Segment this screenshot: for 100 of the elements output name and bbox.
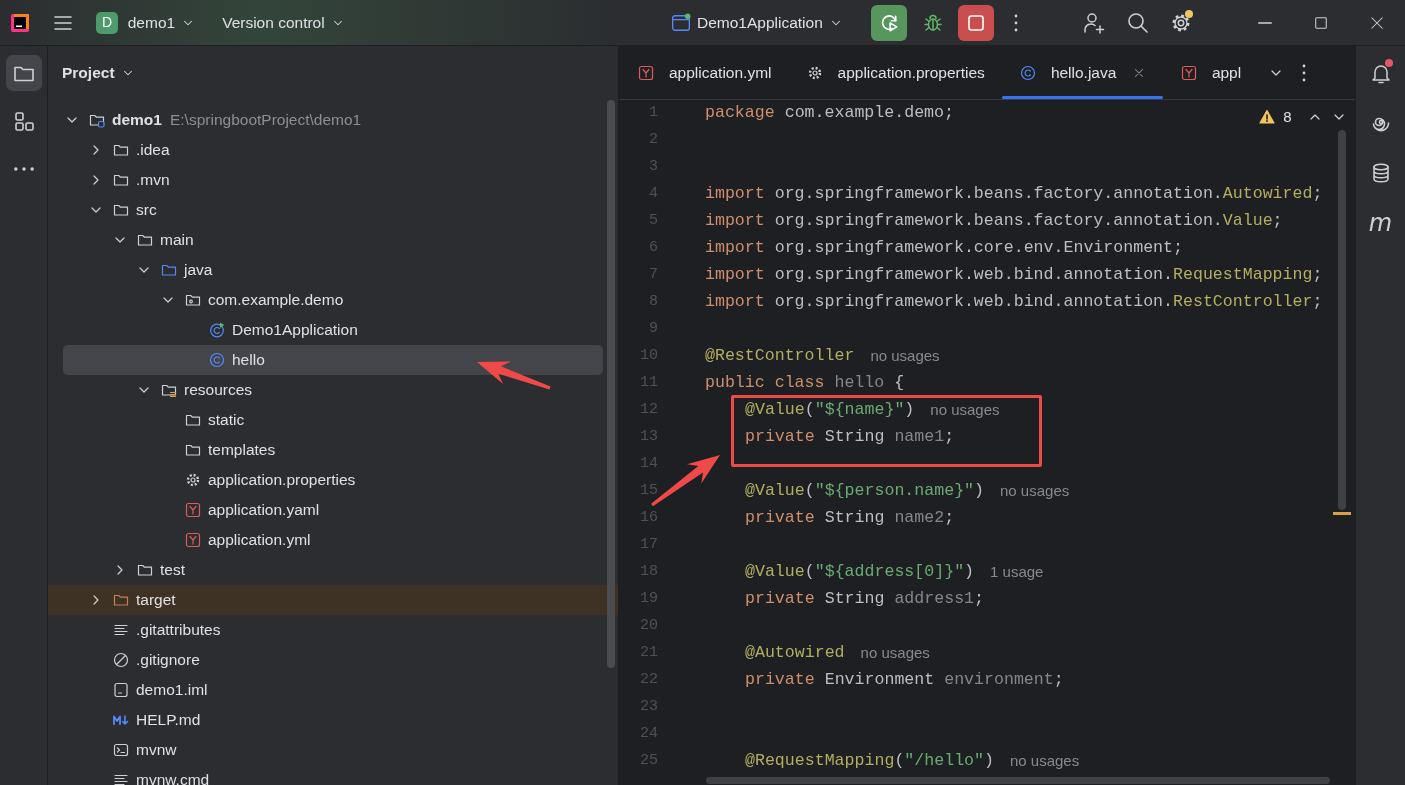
project-badge: D — [96, 11, 118, 34]
scrollbar-thumb[interactable] — [1338, 130, 1346, 510]
run-config-dropdown[interactable]: Demo1Application — [664, 6, 849, 39]
tree-item[interactable]: templates — [48, 435, 618, 465]
structure-icon — [12, 110, 35, 132]
editor-tab[interactable]: application.yml — [620, 46, 789, 100]
tree-item-label: HELP.md — [136, 710, 201, 731]
code-line: private Environment environment; — [744, 669, 1064, 692]
tree-item-label: target — [136, 590, 176, 611]
tree-item[interactable]: .gitattributes — [48, 615, 618, 645]
project-switcher[interactable]: demo1 — [121, 6, 202, 39]
stop-icon — [967, 13, 986, 32]
folder-icon — [112, 142, 130, 158]
tree-item-label: main — [160, 230, 194, 251]
tree-item[interactable]: com.example.demo — [48, 285, 618, 315]
window-icon — [670, 12, 691, 33]
tree-item-label: application.yml — [208, 530, 311, 551]
minimize-icon — [1258, 21, 1272, 24]
tree-item-label: demo1.iml — [136, 680, 208, 701]
rerun-button[interactable] — [871, 4, 908, 41]
usage-hint[interactable]: no usages — [1000, 480, 1070, 503]
tree-item-label: test — [160, 560, 185, 581]
tree-item-label: java — [184, 260, 213, 281]
editor-tab[interactable]: application.properties — [788, 46, 1002, 100]
yaml-file-icon — [637, 64, 655, 81]
code-line: @RequestMapping("/hello") — [744, 750, 994, 773]
usage-hint[interactable]: no usages — [860, 642, 930, 665]
code-line: @RestController — [705, 345, 855, 368]
folder-icon — [184, 412, 202, 428]
vcs-dropdown[interactable]: Version control — [216, 6, 351, 39]
stop-button[interactable] — [958, 4, 995, 41]
usage-hint[interactable]: no usages — [1010, 750, 1080, 773]
warning-count[interactable]: 8 — [1283, 106, 1292, 129]
code-line: import org.springframework.web.bind.annotation.RequestMapping; — [705, 264, 1323, 287]
search-icon — [1126, 11, 1149, 34]
tree-item-label: templates — [208, 440, 276, 461]
tree-item[interactable]: test — [48, 555, 618, 585]
tree-item[interactable]: main — [48, 225, 618, 255]
folder-icon — [136, 232, 154, 248]
tree-item[interactable]: mvnw — [48, 735, 618, 765]
tree-item[interactable]: application.properties — [48, 465, 618, 495]
tree-item[interactable]: target — [48, 585, 618, 615]
tree-item[interactable]: mvnw.cmd — [48, 765, 618, 785]
tree-item-label: .gitignore — [136, 650, 200, 671]
tree-item[interactable]: src — [48, 195, 618, 225]
scrollbar-thumb[interactable] — [607, 100, 615, 668]
view-selector[interactable]: Project — [62, 61, 135, 85]
tree-item-label: .gitattributes — [136, 620, 221, 641]
tool-window-button[interactable]: m — [1362, 205, 1399, 241]
editor-tab[interactable]: hello.java — [1001, 46, 1163, 100]
tree-item[interactable]: resources — [48, 375, 618, 405]
folder-icon — [136, 562, 154, 578]
package-icon — [184, 292, 202, 308]
tree-item[interactable]: .idea — [48, 135, 618, 165]
code-line: private String name1; — [744, 426, 955, 449]
terminal-icon — [112, 742, 130, 758]
tree-item[interactable]: .gitignore — [48, 645, 618, 675]
folder-icon — [112, 202, 130, 218]
tree-item[interactable]: java — [48, 255, 618, 285]
tree-item[interactable]: Demo1Application — [48, 315, 618, 345]
usage-hint[interactable]: no usages — [930, 399, 1000, 422]
folder-icon — [160, 262, 178, 278]
usage-hint[interactable]: 1 usage — [990, 561, 1044, 584]
path-text: E:\springbootProject\demo1 — [169, 110, 362, 131]
code-line: private String address1; — [744, 588, 985, 611]
tree-item[interactable]: demo1 E:\springbootProject\demo1 — [48, 105, 618, 135]
class-icon — [1018, 64, 1037, 81]
yaml-file-icon — [184, 502, 202, 518]
notification-dot — [1185, 9, 1193, 18]
usage-hint[interactable]: no usages — [870, 345, 940, 368]
bug-icon — [922, 12, 943, 33]
warning-marker[interactable] — [1333, 512, 1351, 515]
code-line: import org.springframework.beans.factory.annotation.Autowired; — [705, 183, 1323, 206]
tree-item[interactable]: application.yaml — [48, 495, 618, 525]
tree-item[interactable]: demo1.iml — [48, 675, 618, 705]
scrollbar-thumb[interactable] — [706, 777, 1330, 784]
ignore-file-icon — [112, 652, 130, 668]
maximize-icon — [1314, 15, 1328, 30]
app-logo-icon[interactable] — [10, 12, 30, 33]
gear-icon — [184, 472, 202, 488]
tree-item[interactable]: hello — [63, 345, 603, 375]
editor-tab[interactable]: appl — [1162, 46, 1259, 100]
tree-item[interactable]: HELP.md — [48, 705, 618, 735]
tree-item-label: application.properties — [208, 470, 356, 491]
tool-window-button[interactable] — [5, 55, 42, 91]
folder-icon — [184, 442, 202, 458]
code-line: @Value("${address[0]}") — [744, 561, 975, 584]
tree-item-label: .mvn — [136, 170, 170, 191]
tree-item[interactable]: static — [48, 405, 618, 435]
more-horizontal-icon — [13, 167, 34, 171]
tree-item-label: resources — [184, 380, 253, 401]
tree-item[interactable]: application.yml — [48, 525, 618, 555]
tree-item[interactable]: .mvn — [48, 165, 618, 195]
notification-dot — [1384, 59, 1393, 67]
code-line: public class hello { — [705, 372, 905, 395]
folder-icon — [112, 172, 130, 188]
folder-icon — [112, 592, 130, 608]
code-line: @Autowired — [744, 642, 845, 665]
tree-item-label: demo1 — [112, 110, 162, 131]
warning-icon — [1259, 109, 1276, 126]
